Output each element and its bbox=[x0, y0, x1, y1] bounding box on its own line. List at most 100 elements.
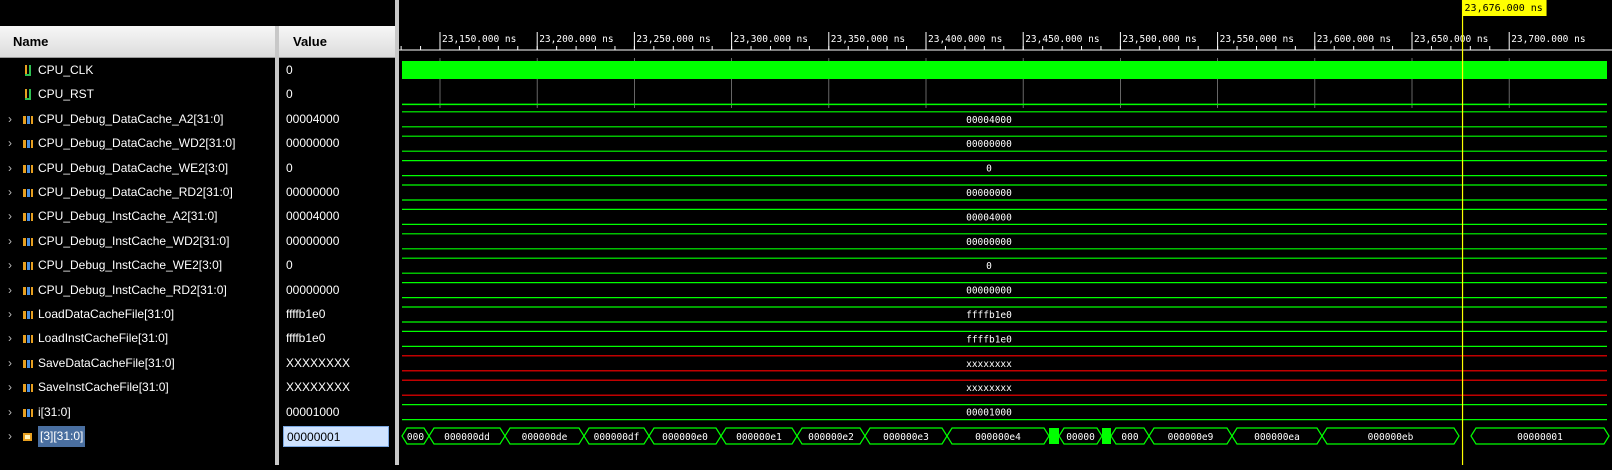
expand-chevron-icon[interactable]: › bbox=[8, 137, 18, 149]
expand-chevron-icon[interactable]: › bbox=[8, 235, 18, 247]
signal-row[interactable]: › CPU_Debug_InstCache_A2[31:0] 00004000 bbox=[0, 204, 395, 229]
signal-name: [3][31:0] bbox=[38, 426, 86, 447]
name-column-header[interactable]: Name bbox=[0, 26, 275, 58]
expand-chevron-icon[interactable]: › bbox=[8, 381, 18, 393]
signal-value: 00004000 bbox=[286, 111, 340, 126]
signal-value: 0 bbox=[286, 63, 293, 77]
signal-name: CPU_Debug_InstCache_WD2[31:0] bbox=[38, 233, 230, 248]
bus-value-label: ffffb1e0 bbox=[966, 334, 1012, 345]
signal-name: i[31:0] bbox=[38, 404, 71, 419]
signal-value: 00000000 bbox=[286, 185, 340, 199]
signal-value: 00000000 bbox=[286, 282, 340, 297]
time-tick-label: 23,200.000 ns bbox=[539, 34, 613, 45]
bus-signal-icon bbox=[23, 384, 33, 393]
signal-value: 00000000 bbox=[286, 136, 340, 151]
bus-segment-label: 00000 bbox=[1066, 432, 1095, 443]
signal-row[interactable]: › CPU_Debug_DataCache_WE2[3:0] 0 bbox=[0, 156, 395, 181]
bus-signal-icon bbox=[23, 213, 33, 222]
signal-row[interactable]: › LoadDataCacheFile[31:0] ffffb1e0 bbox=[0, 302, 395, 327]
glitch-block bbox=[1102, 428, 1111, 444]
bus-signal-icon bbox=[23, 115, 33, 124]
bus-segment-label: 000000dd bbox=[444, 432, 490, 443]
bus-value-label: 00000000 bbox=[966, 286, 1012, 297]
bus-value-label: ffffb1e0 bbox=[966, 310, 1012, 321]
glitch-block bbox=[1049, 428, 1059, 444]
bus-segment-label: 000000df bbox=[594, 432, 640, 443]
bus-value-label: 00000000 bbox=[966, 188, 1012, 199]
signal-row[interactable]: CPU_CLK 0 bbox=[0, 58, 395, 83]
bus-segment-label: 000000e0 bbox=[662, 432, 708, 443]
expand-chevron-icon[interactable]: › bbox=[8, 259, 18, 271]
signal-name: LoadDataCacheFile[31:0] bbox=[38, 307, 175, 321]
signal-name: CPU_Debug_DataCache_WD2[31:0] bbox=[38, 136, 236, 151]
signal-name: CPU_Debug_DataCache_WE2[3:0] bbox=[38, 160, 229, 175]
time-tick-label: 23,450.000 ns bbox=[1025, 34, 1099, 45]
expand-chevron-icon[interactable]: › bbox=[8, 162, 18, 174]
signal-row[interactable]: › SaveDataCacheFile[31:0] XXXXXXXX bbox=[0, 351, 395, 376]
waveform-area[interactable]: 23,150.000 ns 23,200.000 ns 23,250.000 ns 2… bbox=[399, 0, 1612, 465]
signal-row[interactable]: › CPU_Debug_DataCache_WD2[31:0] 00000000 bbox=[0, 131, 395, 156]
bus-segment-label: 000000ea bbox=[1254, 432, 1300, 443]
time-tick-label: 23,150.000 ns bbox=[442, 34, 516, 45]
signal-row[interactable]: › CPU_Debug_DataCache_RD2[31:0] 00000000 bbox=[0, 180, 395, 205]
signal-value: XXXXXXXX bbox=[286, 380, 351, 395]
bus-value-label: 0 bbox=[986, 261, 992, 272]
expand-chevron-icon[interactable]: › bbox=[8, 357, 18, 369]
signal-name: CPU_Debug_InstCache_WE2[3:0] bbox=[38, 258, 223, 273]
signal-row[interactable]: › SaveInstCacheFile[31:0] XXXXXXXX bbox=[0, 375, 395, 400]
bit-signal-icon bbox=[25, 65, 31, 76]
expand-chevron-icon[interactable]: › bbox=[8, 430, 18, 442]
signal-name: CPU_Debug_DataCache_A2[31:0] bbox=[38, 111, 224, 126]
bus-value-label: 0 bbox=[986, 164, 992, 175]
expand-chevron-icon[interactable]: › bbox=[8, 332, 18, 344]
time-tick-label: 23,550.000 ns bbox=[1220, 34, 1294, 45]
bus-signal-icon bbox=[23, 408, 33, 417]
bus-segment-label: 000000e4 bbox=[975, 432, 1021, 443]
time-tick-label: 23,700.000 ns bbox=[1511, 34, 1585, 45]
bus-value-label: 00004000 bbox=[966, 212, 1012, 223]
clk-waveform bbox=[402, 61, 1607, 79]
signal-name: SaveInstCacheFile[31:0] bbox=[38, 380, 169, 395]
time-tick-label: 23,500.000 ns bbox=[1122, 34, 1196, 45]
signal-row[interactable]: › i[31:0] 00001000 bbox=[0, 400, 395, 425]
expand-chevron-icon[interactable]: › bbox=[8, 210, 18, 222]
expand-chevron-icon[interactable]: › bbox=[8, 284, 18, 296]
signal-row[interactable]: › LoadInstCacheFile[31:0] ffffb1e0 bbox=[0, 326, 395, 351]
bus-value-label: 00004000 bbox=[966, 115, 1012, 126]
bus-segment-label: 000000e9 bbox=[1168, 432, 1214, 443]
waveform-canvas[interactable]: 23,150.000 ns 23,200.000 ns 23,250.000 ns 2… bbox=[399, 0, 1612, 465]
signal-list-panel: Name Value CPU_CLK 0 CPU_RST 0 › CPU_Debug_Da… bbox=[0, 0, 395, 465]
bus-segment-label: 000000e3 bbox=[883, 432, 929, 443]
signal-row[interactable]: › CPU_Debug_InstCache_WE2[3:0] 0 bbox=[0, 253, 395, 278]
signal-value: 00004000 bbox=[286, 209, 340, 224]
bus-signal-icon bbox=[23, 359, 33, 368]
signal-value: 0 bbox=[286, 258, 293, 273]
signal-row[interactable]: › CPU_Debug_InstCache_WD2[31:0] 00000000 bbox=[0, 229, 395, 254]
array-signal-icon bbox=[23, 433, 32, 441]
bus-value-label: 00001000 bbox=[966, 408, 1012, 419]
signal-row[interactable]: › CPU_Debug_InstCache_RD2[31:0] 00000000 bbox=[0, 278, 395, 303]
signal-value: 0 bbox=[286, 160, 293, 175]
signal-name: CPU_Debug_InstCache_A2[31:0] bbox=[38, 209, 218, 224]
signal-value: 0 bbox=[286, 87, 293, 102]
bus-value-label: 00000000 bbox=[966, 237, 1012, 248]
signal-value: 00000001 bbox=[283, 426, 389, 447]
signal-name: CPU_Debug_DataCache_RD2[31:0] bbox=[38, 185, 233, 199]
bus-signal-icon bbox=[23, 164, 33, 173]
signal-value: 00000000 bbox=[286, 233, 340, 248]
time-tick-label: 23,600.000 ns bbox=[1317, 34, 1391, 45]
bus-signal-icon bbox=[23, 237, 33, 246]
signal-row[interactable]: › CPU_Debug_DataCache_A2[31:0] 00004000 bbox=[0, 107, 395, 132]
panel-toolbar-area bbox=[0, 0, 395, 26]
bus-segment-label: 000000eb bbox=[1368, 432, 1414, 443]
bus-value-label: xxxxxxxx bbox=[966, 383, 1012, 394]
signal-row[interactable]: CPU_RST 0 bbox=[0, 82, 395, 107]
expand-chevron-icon[interactable]: › bbox=[8, 406, 18, 418]
expand-chevron-icon[interactable]: › bbox=[8, 308, 18, 320]
bus-segment-label: 000000de bbox=[522, 432, 568, 443]
expand-chevron-icon[interactable]: › bbox=[8, 113, 18, 125]
bus-value-label: 00000000 bbox=[966, 139, 1012, 150]
expand-chevron-icon[interactable]: › bbox=[8, 186, 18, 198]
value-column-header[interactable]: Value bbox=[279, 26, 395, 58]
signal-row[interactable]: › [3][31:0] 00000001 bbox=[0, 424, 395, 449]
